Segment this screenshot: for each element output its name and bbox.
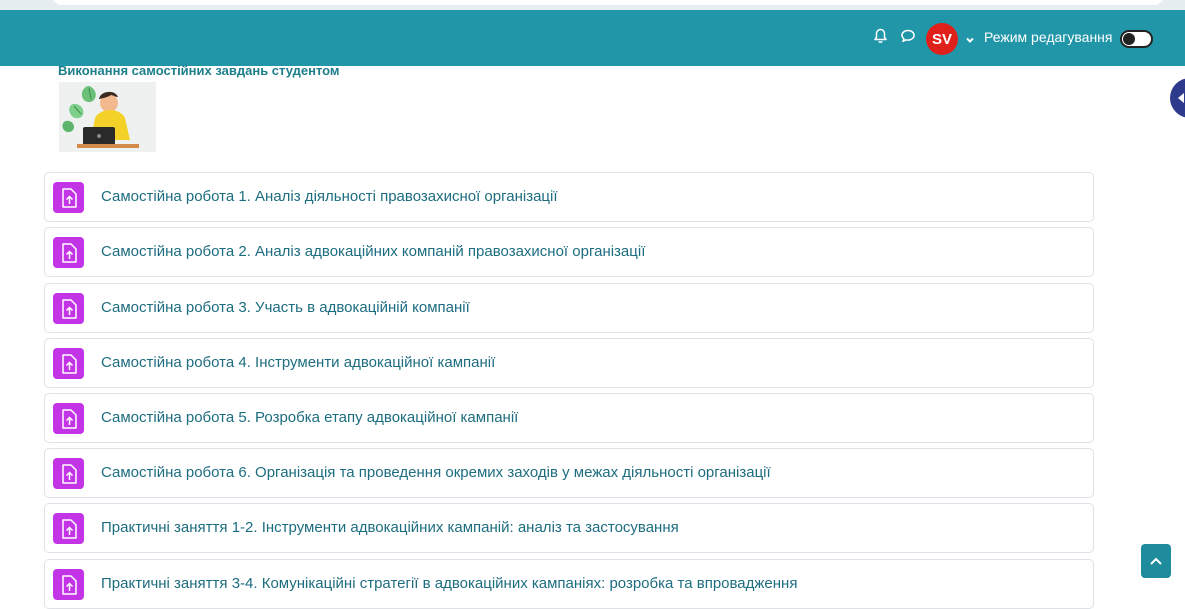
activity-item[interactable]: Самостійна робота 6. Організація та пров… [44, 448, 1094, 498]
chevron-up-icon [1150, 557, 1162, 565]
drawer-toggle-button[interactable] [1170, 78, 1185, 118]
toggle-knob [1123, 33, 1135, 45]
top-bar-field [52, 0, 1164, 5]
edit-mode-toggle[interactable] [1120, 30, 1153, 48]
edit-mode-label: Режим редагування [984, 29, 1113, 45]
chevron-left-icon [1178, 93, 1184, 103]
activity-label[interactable]: Самостійна робота 4. Інструменти адвокац… [101, 354, 495, 371]
assignment-icon [53, 348, 84, 379]
back-to-top-button[interactable] [1141, 544, 1171, 578]
activity-label[interactable]: Самостійна робота 6. Організація та пров… [101, 464, 771, 481]
avatar[interactable]: SV [926, 23, 958, 55]
assignment-icon [53, 513, 84, 544]
activity-item[interactable]: Практичні заняття 3-4. Комунікаційні стр… [44, 559, 1094, 609]
activity-item[interactable]: Самостійна робота 3. Участь в адвокаційн… [44, 283, 1094, 333]
section-illustration [59, 82, 156, 152]
bell-icon[interactable] [872, 28, 888, 44]
activity-item[interactable]: Самостійна робота 4. Інструменти адвокац… [44, 338, 1094, 388]
activity-label[interactable]: Самостійна робота 5. Розробка етапу адво… [101, 409, 518, 426]
activity-item[interactable]: Практичні заняття 1-2. Інструменти адвок… [44, 503, 1094, 553]
activity-label[interactable]: Самостійна робота 3. Участь в адвокаційн… [101, 299, 470, 316]
assignment-icon [53, 403, 84, 434]
activity-label[interactable]: Самостійна робота 1. Аналіз діяльності п… [101, 188, 558, 205]
assignment-icon [53, 569, 84, 600]
activity-label[interactable]: Практичні заняття 3-4. Комунікаційні стр… [101, 575, 797, 592]
chat-icon[interactable] [900, 28, 916, 44]
activity-label[interactable]: Практичні заняття 1-2. Інструменти адвок… [101, 519, 679, 536]
activity-item[interactable]: Самостійна робота 5. Розробка етапу адво… [44, 393, 1094, 443]
activity-label[interactable]: Самостійна робота 2. Аналіз адвокаційних… [101, 243, 645, 260]
browser-top-strip [0, 0, 1185, 10]
activity-item[interactable]: Самостійна робота 1. Аналіз діяльності п… [44, 172, 1094, 222]
section-title: Виконання самостійних завдань студентом [58, 63, 340, 78]
assignment-icon [53, 182, 84, 213]
assignment-icon [53, 458, 84, 489]
activity-item[interactable]: Самостійна робота 2. Аналіз адвокаційних… [44, 227, 1094, 277]
assignment-icon [53, 237, 84, 268]
assignment-icon [53, 293, 84, 324]
chevron-down-icon[interactable] [965, 32, 975, 43]
